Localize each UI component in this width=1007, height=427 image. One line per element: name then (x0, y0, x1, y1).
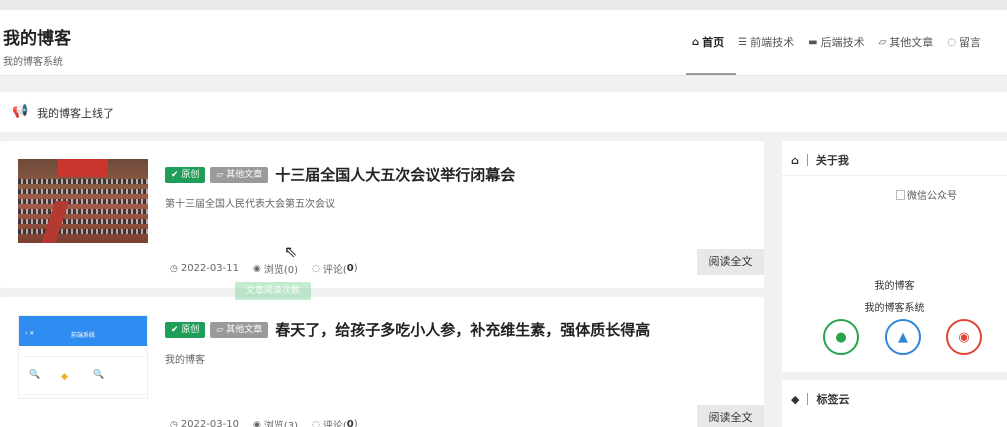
home-icon: ⌂ (692, 36, 700, 48)
post-summary: 我的博客 (165, 355, 205, 366)
nav-item-label: 首页 (702, 36, 725, 49)
nav-item-label: 前端技术 (750, 36, 795, 49)
wechat-icon[interactable]: ● (823, 319, 859, 355)
thumbnail-stage (58, 159, 108, 177)
nav-item-backend[interactable]: ▬ 后端技术 (808, 34, 864, 50)
qq-icon[interactable]: ▲ (885, 319, 921, 355)
home-icon: ⌂ (791, 153, 799, 167)
about-panel: ⌂ 关于我 微信公众号 我的博客 我的博客系统 ● ▲ ◉ (782, 141, 1007, 372)
nav-item-label: 其他文章 (889, 36, 934, 49)
category-badge[interactable]: ▱ 其他文章 (210, 166, 269, 183)
post-card: ‹ ✕ 前端系统 🔍 ◆ 🔍 ✔ 原创 ▱ 其他文章 春天了，给孩子多吃小人参，… (0, 297, 764, 427)
wechat-qr-image: 微信公众号 (896, 187, 957, 202)
notice-text[interactable]: 我的博客上线了 (37, 105, 114, 121)
nav-item-other[interactable]: ▱ 其他文章 (879, 34, 934, 50)
broken-image-icon (896, 190, 905, 200)
chat-icon: ◌ (947, 36, 957, 48)
about-description: 我的博客系统 (864, 303, 925, 314)
main-nav: ⌂ 首页 ☰ 前端技术 ▬ 后端技术 ▱ 其他文章 ◌ 留言 (692, 34, 995, 50)
mouse-cursor-icon: ⇖ (284, 242, 298, 261)
nav-item-home[interactable]: ⌂ 首页 (692, 34, 724, 50)
server-icon: ▬ (808, 36, 818, 48)
folder-icon: ▱ (878, 36, 887, 48)
read-more-button[interactable]: 阅读全文 (697, 249, 764, 275)
clock-icon: ◷ (170, 263, 178, 274)
post-thumbnail[interactable]: ‹ ✕ 前端系统 🔍 ◆ 🔍 (18, 315, 148, 399)
eye-icon: ◉ (252, 419, 261, 427)
category-badge[interactable]: ▱ 其他文章 (210, 321, 269, 338)
post-views: ◉ 浏览(0) (252, 263, 299, 277)
post-comments[interactable]: ◌ 评论(0) (312, 261, 358, 276)
eye-icon: ◉ (252, 263, 261, 274)
tag-cloud-heading: ◆ 标签云 (791, 392, 850, 407)
post-comments[interactable]: ◌ 评论(0) (312, 417, 358, 427)
browser-top-strip (0, 0, 1007, 10)
read-more-button[interactable]: 阅读全文 (697, 405, 764, 427)
clock-icon: ◷ (170, 419, 178, 427)
post-meta: ◷ 2022-03-10 ◉ 浏览(3) ◌ 评论(0) (170, 417, 372, 427)
views-tooltip: 文章阅读次数 (235, 282, 311, 300)
about-name: 我的博客 (874, 281, 915, 292)
about-heading: ⌂ 关于我 (791, 153, 849, 168)
original-badge: ✔ 原创 (165, 166, 206, 183)
post-summary: 第十三届全国人民代表大会第五次会议 (165, 199, 335, 210)
post-date: ◷ 2022-03-10 (170, 417, 239, 427)
code-icon: ☰ (738, 36, 748, 48)
post-meta: ◷ 2022-03-11 ◉ 浏览(0) ◌ 评论(0) (170, 261, 372, 276)
nav-item-label: 后端技术 (820, 36, 865, 49)
nav-active-underline (686, 73, 736, 75)
nav-item-message[interactable]: ◌ 留言 (947, 34, 981, 50)
tag-cloud-panel: ◆ 标签云 (782, 380, 1007, 427)
megaphone-icon: 📢 (12, 104, 29, 119)
post-header: ✔ 原创 ▱ 其他文章 十三届全国人大五次会议举行闭幕会 (165, 164, 515, 185)
nav-item-frontend[interactable]: ☰ 前端技术 (738, 34, 794, 50)
nav-item-label: 留言 (959, 36, 982, 49)
post-date: ◷ 2022-03-11 (170, 263, 239, 274)
post-views: ◉ 浏览(3) (253, 417, 298, 427)
post-header: ✔ 原创 ▱ 其他文章 春天了，给孩子多吃小人参，补充维生素，强体质长得高 (165, 319, 650, 340)
comment-icon: ◌ (312, 263, 320, 274)
post-title[interactable]: 十三届全国人大五次会议举行闭幕会 (275, 164, 515, 185)
post-title[interactable]: 春天了，给孩子多吃小人参，补充维生素，强体质长得高 (275, 319, 650, 340)
weibo-icon[interactable]: ◉ (946, 319, 982, 355)
site-subtitle: 我的博客系统 (3, 57, 63, 68)
post-card: ✔ 原创 ▱ 其他文章 十三届全国人大五次会议举行闭幕会 第十三届全国人民代表大… (0, 141, 764, 288)
thumbnail-app-bar: ‹ ✕ 前端系统 (19, 316, 147, 346)
site-title[interactable]: 我的博客 (3, 24, 71, 49)
site-header: 我的博客 我的博客系统 ⌂ 首页 ☰ 前端技术 ▬ 后端技术 ▱ 其他文章 ◌ … (0, 10, 1007, 76)
notice-bar: 📢 我的博客上线了 (0, 92, 1007, 132)
original-badge: ✔ 原创 (165, 321, 206, 338)
comment-icon: ◌ (312, 419, 320, 427)
post-thumbnail[interactable] (18, 159, 148, 243)
tag-icon: ◆ (791, 392, 800, 406)
